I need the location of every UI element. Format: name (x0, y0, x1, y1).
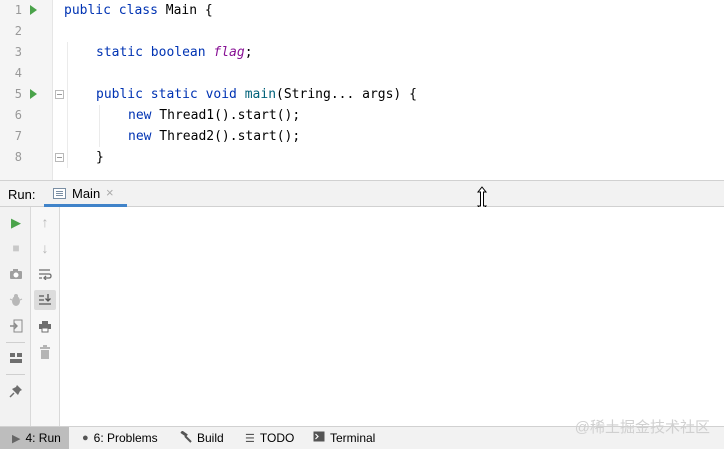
list-icon: ☰ (245, 432, 255, 445)
toolbar-divider (6, 342, 25, 343)
down-arrow-icon[interactable]: ↓ (34, 238, 56, 258)
tab-main[interactable]: Main × (44, 181, 127, 207)
tab-build[interactable]: Build (180, 427, 224, 449)
code-text: } (96, 150, 104, 165)
run-toolbar-secondary: ↑ ↓ (31, 207, 60, 426)
trash-icon[interactable] (34, 342, 56, 362)
tab-run[interactable]: ▶ 4: Run (0, 427, 69, 449)
tab-terminal[interactable]: Terminal (313, 427, 375, 449)
fold-icon[interactable] (55, 153, 64, 162)
code-line[interactable]: 4 (0, 63, 724, 84)
code-text: new Thread1().start(); (128, 108, 301, 123)
console-icon (53, 188, 66, 199)
line-number: 2 (14, 24, 22, 38)
line-number: 1 (14, 3, 22, 17)
print-icon[interactable] (34, 316, 56, 336)
soft-wrap-icon[interactable] (34, 264, 56, 284)
tab-build-label: Build (197, 431, 224, 445)
tab-todo-label: TODO (259, 431, 295, 445)
code-line[interactable]: 6 new Thread1().start(); (0, 105, 724, 126)
line-number: 6 (14, 108, 22, 122)
run-icon: ▶ (12, 432, 21, 445)
code-line[interactable]: 3 static boolean flag; (0, 42, 724, 63)
run-gutter-icon[interactable] (30, 89, 37, 99)
run-label: Run: (8, 187, 36, 202)
terminal-icon (313, 431, 325, 445)
pin-icon[interactable] (5, 381, 27, 401)
hammer-icon (180, 429, 192, 446)
toolbar-divider (6, 374, 25, 375)
line-number: 4 (14, 66, 22, 80)
tab-run-label: 4: Run (25, 431, 61, 445)
close-icon[interactable]: × (106, 185, 114, 200)
tab-terminal-label: Terminal (330, 431, 376, 445)
code-text: static boolean flag; (96, 45, 253, 60)
line-number: 3 (14, 45, 22, 59)
scroll-to-end-icon[interactable] (34, 290, 56, 310)
up-arrow-icon[interactable]: ↑ (34, 212, 56, 232)
fold-icon[interactable] (55, 90, 64, 99)
line-number: 5 (14, 87, 22, 101)
tab-problems[interactable]: ● 6: Problems (82, 427, 158, 449)
tab-problems-label: 6: Problems (93, 431, 158, 445)
code-text: public class Main { (64, 3, 213, 18)
code-editor[interactable]: 1 public class Main { 2 3 static boolean… (0, 0, 724, 180)
code-line[interactable]: 5 public static void main(String... args… (0, 84, 724, 105)
code-line[interactable]: 7 new Thread2().start(); (0, 126, 724, 147)
tab-todo[interactable]: ☰ TODO (245, 427, 294, 449)
code-line[interactable]: 2 (0, 21, 724, 42)
exit-icon[interactable] (5, 316, 27, 336)
bug-icon[interactable] (5, 290, 27, 310)
run-gutter-icon[interactable] (30, 5, 37, 15)
code-line[interactable]: 8 } (0, 147, 724, 168)
rerun-icon[interactable]: ▶ (5, 212, 27, 232)
run-window-header: Run: Main × (0, 180, 724, 207)
watermark: @稀土掘金技术社区 (574, 419, 710, 436)
code-text: new Thread2().start(); (128, 129, 301, 144)
line-number: 7 (14, 129, 22, 143)
run-toolbar-primary: ▶ ■ (0, 207, 31, 426)
problems-icon: ● (82, 432, 89, 444)
console-output[interactable] (60, 207, 724, 426)
code-line[interactable]: 1 public class Main { (0, 0, 724, 21)
camera-icon[interactable] (5, 264, 27, 284)
line-number: 8 (14, 150, 22, 164)
tab-label: Main (72, 186, 101, 201)
code-text: public static void main(String... args) … (96, 87, 417, 102)
layout-icon[interactable] (5, 348, 27, 368)
stop-icon[interactable]: ■ (5, 238, 27, 258)
